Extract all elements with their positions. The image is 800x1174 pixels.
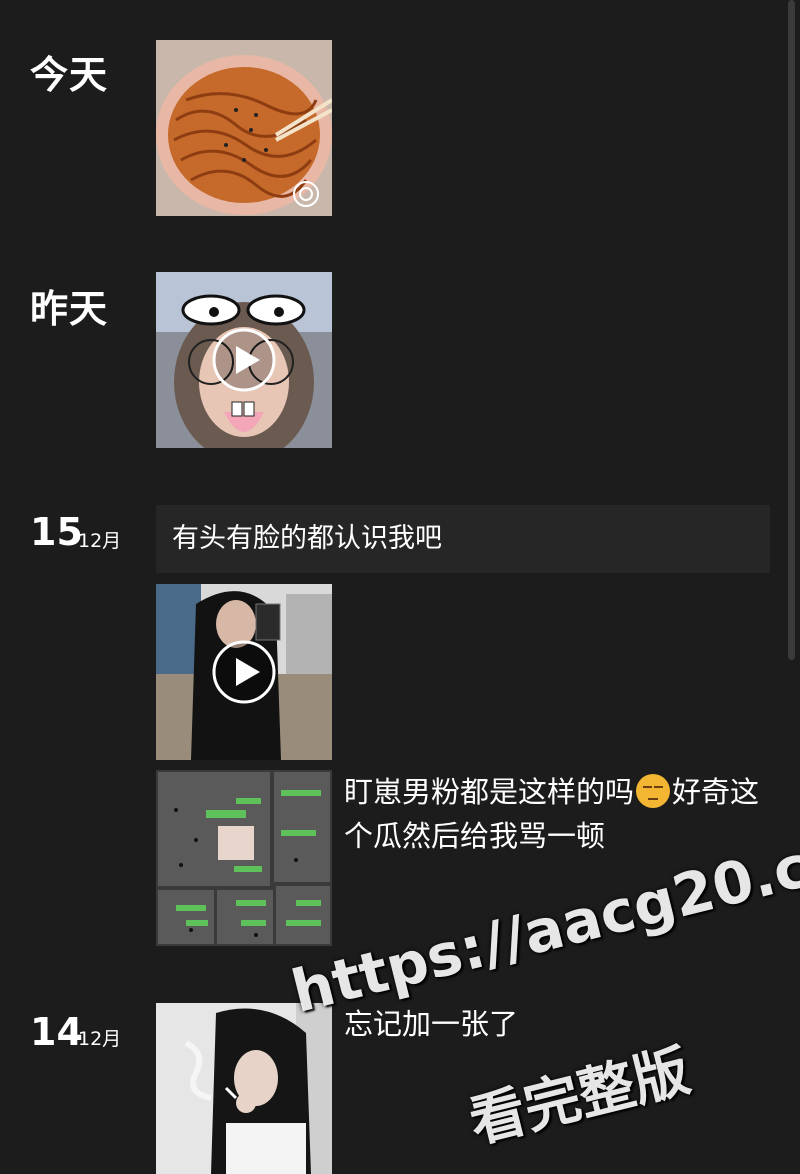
smoking-photo-image <box>156 1003 332 1174</box>
mirror-selfie-image <box>156 584 332 760</box>
chat-screenshot-collage[interactable] <box>156 770 332 946</box>
date-month-14: 12月 <box>78 1028 122 1050</box>
photo-thumbnail-smoking[interactable] <box>156 1003 332 1174</box>
date-month-15: 12月 <box>78 530 122 552</box>
photo-thumbnail-noodles[interactable] <box>156 40 332 216</box>
date-day-14: 14 <box>30 1010 83 1054</box>
text-post-content: 有头有脸的都认识我吧 <box>172 523 442 554</box>
caption-14: 忘记加一张了 <box>344 1007 519 1041</box>
date-day-15: 15 <box>30 510 83 554</box>
video-thumbnail-selfie[interactable] <box>156 272 332 448</box>
chat-collage-image <box>156 770 332 946</box>
scrollbar[interactable] <box>788 0 795 660</box>
date-label-yesterday: 昨天 <box>30 287 109 331</box>
caption-15: 盯崽男粉都是这样的吗 好奇这个瓜然后给我骂一顿 <box>344 770 764 858</box>
text-post-card[interactable]: 有头有脸的都认识我吧 <box>156 505 770 573</box>
caption-15-part1: 盯崽男粉都是这样的吗 <box>344 775 635 809</box>
noodles-image <box>156 40 332 216</box>
video-thumbnail-mirror-selfie[interactable] <box>156 584 332 760</box>
unamused-face-icon <box>636 774 671 808</box>
date-label-today: 今天 <box>30 53 109 97</box>
selfie-video-image <box>156 272 332 448</box>
